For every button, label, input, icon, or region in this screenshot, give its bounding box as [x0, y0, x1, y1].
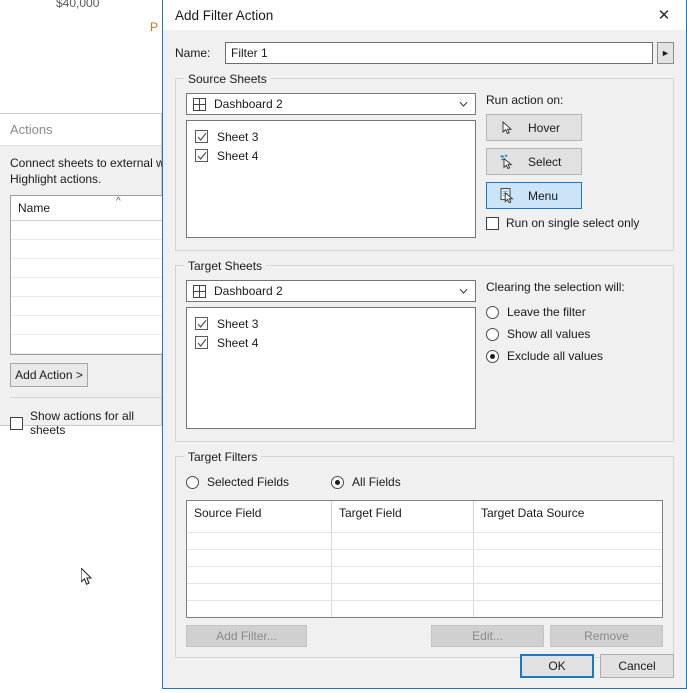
table-row[interactable] — [187, 549, 662, 566]
source-sheet-label: Sheet 4 — [217, 148, 259, 163]
target-sheet-label: Sheet 4 — [217, 335, 259, 350]
add-filter-action-dialog: Add Filter Action ✕ Name: Filter 1 ► Sou… — [162, 0, 687, 689]
target-filters-group: Target Filters Selected Fields All Field… — [175, 450, 674, 658]
clearing-option-exclude-all-values[interactable]: Exclude all values — [486, 345, 663, 367]
clearing-option-leave-the-filter[interactable]: Leave the filter — [486, 301, 663, 323]
axis-value-label: $40,000 — [56, 0, 100, 10]
table-row[interactable] — [187, 532, 662, 549]
clearing-option-label: Exclude all values — [507, 349, 604, 363]
run-on-single-select-checkbox[interactable] — [486, 216, 499, 230]
table-row[interactable] — [187, 600, 662, 617]
source-sheets-title: Source Sheets — [184, 72, 271, 86]
radio-all-fields[interactable] — [331, 475, 345, 489]
add-action-button[interactable]: Add Action > — [10, 363, 88, 387]
close-icon[interactable]: ✕ — [642, 0, 686, 30]
run-on-single-select-label: Run on single select only — [506, 216, 640, 230]
dashboard-grid-icon — [193, 284, 206, 298]
actions-panel: Actions Connect sheets to external we ac… — [0, 113, 236, 437]
chevron-down-icon — [459, 101, 468, 107]
source-sheet-label: Sheet 3 — [217, 129, 259, 144]
target-filters-scope-radios: Selected Fields All Fields — [186, 471, 663, 493]
run-action-menu-label: Menu — [528, 188, 559, 203]
run-action-hover-label: Hover — [528, 120, 561, 135]
target-sheet-checkbox[interactable] — [195, 317, 208, 330]
target-sheets-title: Target Sheets — [184, 259, 267, 273]
name-row: Name: Filter 1 ► — [175, 42, 674, 64]
column-header-target-data-source[interactable]: Target Data Source — [474, 501, 662, 532]
show-actions-for-all-sheets-row[interactable]: Show actions for all sheets — [10, 409, 161, 437]
source-sheets-group: Source Sheets Dashboard 2 Sheet 3 Sheet … — [175, 72, 674, 251]
radio-exclude-all-values[interactable] — [486, 349, 499, 363]
run-action-hover-button[interactable]: Hover — [486, 114, 582, 141]
table-header-row: Source Field Target Field Target Data So… — [187, 501, 662, 532]
name-label: Name: — [175, 46, 211, 60]
sort-ascending-caret-icon: ^ — [116, 196, 121, 207]
source-sheet-checkbox[interactable] — [195, 130, 208, 143]
run-on-single-select-row[interactable]: Run on single select only — [486, 216, 663, 230]
actions-panel-body: Connect sheets to external we actions an… — [0, 146, 236, 437]
scope-option-selected-fields[interactable]: Selected Fields — [186, 471, 289, 493]
dialog-body: Name: Filter 1 ► Source Sheets Dashboard… — [163, 42, 686, 658]
chevron-down-icon — [459, 288, 468, 294]
radio-show-all-values[interactable] — [486, 327, 499, 341]
radio-selected-fields[interactable] — [186, 475, 199, 489]
target-sheets-dropdown-value: Dashboard 2 — [214, 284, 283, 298]
actions-panel-header: Actions — [0, 114, 161, 146]
actions-panel-title: Actions — [10, 122, 53, 137]
dialog-title: Add Filter Action — [175, 7, 274, 23]
triangle-right-icon[interactable]: ► — [657, 42, 674, 64]
orange-field-label: P — [150, 20, 159, 34]
dashboard-grid-icon — [193, 97, 206, 111]
run-action-select-button[interactable]: Select — [486, 148, 582, 175]
source-sheet-checkbox[interactable] — [195, 149, 208, 162]
target-sheet-label: Sheet 3 — [217, 316, 259, 331]
target-sheet-checkbox[interactable] — [195, 336, 208, 349]
run-action-select-label: Select — [528, 154, 562, 169]
target-sheets-group: Target Sheets Dashboard 2 Sheet 3 Sheet … — [175, 259, 674, 442]
target-sheets-list[interactable]: Sheet 3 Sheet 4 — [186, 307, 476, 429]
table-body — [187, 532, 662, 617]
table-row[interactable] — [187, 583, 662, 600]
ok-button[interactable]: OK — [520, 654, 594, 678]
clearing-selection-label: Clearing the selection will: — [486, 280, 625, 294]
cursor-menu-icon — [497, 188, 519, 203]
clearing-option-label: Show all values — [507, 327, 591, 341]
target-sheet-item[interactable]: Sheet 4 — [195, 333, 475, 352]
name-input[interactable]: Filter 1 — [225, 42, 653, 64]
actions-list-column-name: Name — [18, 201, 51, 215]
cursor-hover-icon — [497, 120, 519, 135]
scope-option-all-fields[interactable]: All Fields — [331, 471, 401, 493]
source-sheet-item[interactable]: Sheet 4 — [195, 146, 475, 165]
table-row[interactable] — [187, 566, 662, 583]
target-sheets-dropdown[interactable]: Dashboard 2 — [186, 280, 476, 302]
cursor-select-icon — [497, 154, 519, 169]
show-all-sheets-label: Show actions for all sheets — [30, 409, 135, 437]
show-all-sheets-checkbox[interactable] — [10, 416, 23, 430]
run-action-on-label: Run action on: — [486, 93, 564, 107]
radio-leave-the-filter[interactable] — [486, 305, 499, 319]
clearing-option-show-all-values[interactable]: Show all values — [486, 323, 663, 345]
mouse-cursor-icon — [81, 568, 93, 585]
dialog-title-bar: Add Filter Action ✕ — [163, 0, 686, 30]
clearing-option-label: Leave the filter — [507, 305, 586, 319]
source-sheets-list[interactable]: Sheet 3 Sheet 4 — [186, 120, 476, 238]
source-sheets-dropdown-value: Dashboard 2 — [214, 97, 283, 111]
target-filters-table[interactable]: Source Field Target Field Target Data So… — [186, 500, 663, 618]
source-sheet-item[interactable]: Sheet 3 — [195, 127, 475, 146]
scope-option-label: All Fields — [352, 475, 401, 489]
source-sheets-dropdown[interactable]: Dashboard 2 — [186, 93, 476, 115]
dialog-footer: OK Cancel — [163, 644, 686, 688]
scope-option-label: Selected Fields — [207, 475, 290, 489]
worksheet-viz-panel — [0, 0, 163, 96]
column-header-source-field[interactable]: Source Field — [187, 501, 332, 532]
target-filters-title: Target Filters — [184, 450, 262, 464]
cancel-button[interactable]: Cancel — [600, 654, 674, 678]
column-header-target-field[interactable]: Target Field — [332, 501, 474, 532]
target-sheet-item[interactable]: Sheet 3 — [195, 314, 475, 333]
run-action-menu-button[interactable]: Menu — [486, 182, 582, 209]
